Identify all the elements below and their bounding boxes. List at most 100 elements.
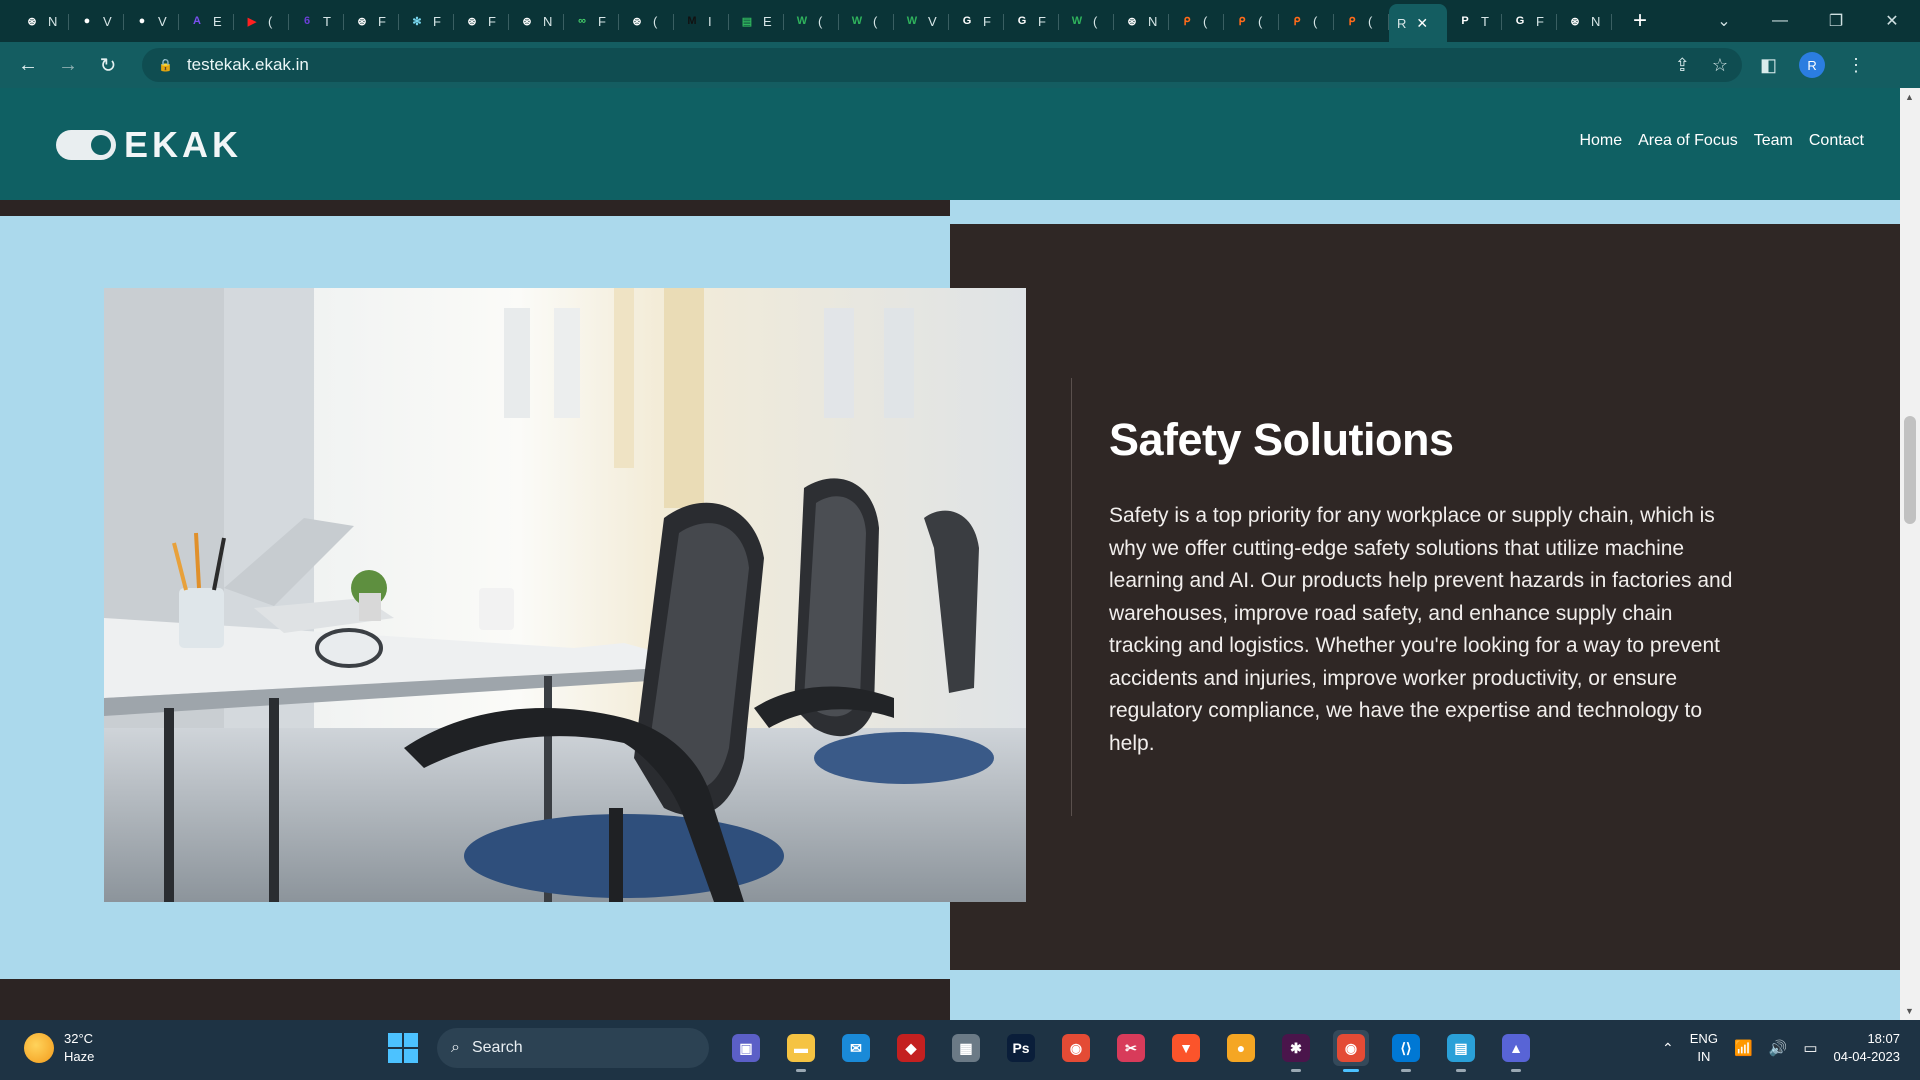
nav-link-home[interactable]: Home: [1579, 132, 1622, 150]
scroll-up-icon[interactable]: ▲: [1905, 92, 1914, 102]
browser-tab[interactable]: ▶(: [234, 4, 289, 38]
browser-tab[interactable]: ▤ E: [729, 4, 784, 38]
teams-icon[interactable]: ▣: [728, 1030, 764, 1066]
browser-tab[interactable]: W(: [839, 4, 894, 38]
taskbar-apps: ▣ ▬ ✉ ◆ ▦ Ps ◉ ✂ ▼ ● ✱ ◉ ⟨⟩ ▤ ▲: [728, 1030, 1534, 1072]
browser-tab[interactable]: MI: [674, 4, 729, 38]
lock-icon[interactable]: 🔒: [158, 58, 173, 72]
scroll-down-icon[interactable]: ▼: [1905, 1006, 1914, 1016]
browser-tab[interactable]: ⊛ N: [509, 4, 564, 38]
share-icon[interactable]: ⇪: [1675, 55, 1690, 76]
browser-tab[interactable]: AE: [179, 4, 234, 38]
browser-tab-strip: ⊛ N ● V ● V A E ▶(6 T ⊛ F ✻ F ⊛ F ⊛ N ∞ F ⊛(M I ▤ E W(W(W V G F G F W(…: [0, 0, 1920, 42]
browser-tab[interactable]: ● V: [124, 4, 179, 38]
nav-link-team[interactable]: Team: [1754, 132, 1793, 150]
browser-tab[interactable]: ⊛ N: [1557, 4, 1612, 38]
wifi-icon[interactable]: 📶: [1734, 1039, 1753, 1057]
photoshop-glyph: Ps: [1007, 1034, 1035, 1062]
tab-search-icon[interactable]: ⌄: [1696, 11, 1752, 31]
calculator-icon[interactable]: ▦: [948, 1030, 984, 1066]
tab-title: T: [1481, 13, 1489, 29]
browser-tab[interactable]: ᑭ(: [1334, 4, 1389, 38]
browser-tab[interactable]: ⊛ F: [344, 4, 399, 38]
minimize-icon[interactable]: —: [1752, 12, 1808, 30]
back-arrow-icon[interactable]: ←: [8, 54, 48, 77]
nav-link-contact[interactable]: Contact: [1809, 132, 1864, 150]
p-black-icon: P: [1461, 15, 1469, 27]
show-hidden-icons-icon[interactable]: ⌃: [1662, 1040, 1674, 1057]
scrollbar-thumb[interactable]: [1904, 416, 1916, 524]
tab-title: F: [598, 13, 606, 29]
clock[interactable]: 18:07 04-04-2023: [1834, 1030, 1901, 1066]
tab-title: (: [1368, 13, 1373, 29]
app-triangle-icon[interactable]: ▲: [1498, 1030, 1534, 1072]
browser-tab[interactable]: ⊛(: [619, 4, 674, 38]
tab-active[interactable]: R ✕: [1389, 4, 1447, 42]
file-explorer-icon[interactable]: ▬: [783, 1030, 819, 1072]
browser-tab[interactable]: GF: [1502, 4, 1557, 38]
browser-tab[interactable]: W(: [1059, 4, 1114, 38]
menu-kebab-icon[interactable]: ⋮: [1847, 55, 1865, 76]
snipping-tool-icon[interactable]: ✂: [1113, 1030, 1149, 1066]
haze-sun-icon: [24, 1033, 54, 1063]
browser-tab[interactable]: ● V: [69, 4, 124, 38]
browser-tab[interactable]: GF: [1004, 4, 1059, 38]
taskbar: 32°C Haze ⌕ Search ▣ ▬ ✉ ◆ ▦ Ps ◉ ✂ ▼ ● ✱ ◉ ⟨⟩ ▤ ▲ ⌃ E…: [0, 1020, 1920, 1080]
browser-tab[interactable]: WV: [894, 4, 949, 38]
reload-icon[interactable]: ↻: [88, 53, 128, 78]
new-tab-button[interactable]: +: [1622, 4, 1658, 38]
search-icon: ⌕: [451, 1039, 460, 1056]
language-indicator[interactable]: ENG IN: [1690, 1030, 1718, 1066]
feature-description: Safety is a top priority for any workpla…: [1109, 504, 1733, 755]
file-explorer-glyph: ▬: [787, 1034, 815, 1062]
slack-icon[interactable]: ✱: [1278, 1030, 1314, 1072]
app-orange-icon[interactable]: ●: [1223, 1030, 1259, 1066]
browser-tab[interactable]: ⊛ N: [14, 4, 69, 38]
address-bar[interactable]: 🔒 testekak.ekak.in ⇪ ☆: [142, 48, 1742, 82]
app-red-glyph: ◆: [897, 1034, 925, 1062]
site-logo[interactable]: EKAK: [56, 124, 242, 166]
browser-tab[interactable]: ∞ F: [564, 4, 619, 38]
section-divider-light: [950, 200, 1900, 224]
chrome-icon[interactable]: ◉: [1058, 1030, 1094, 1066]
browser-tab[interactable]: W(: [784, 4, 839, 38]
browser-tab[interactable]: GF: [949, 4, 1004, 38]
mail-icon[interactable]: ✉: [838, 1030, 874, 1066]
browser-tab[interactable]: ᑭ(: [1224, 4, 1279, 38]
notepad-icon[interactable]: ▤: [1443, 1030, 1479, 1072]
browser-tab[interactable]: ⊛ N: [1114, 4, 1169, 38]
photoshop-icon[interactable]: Ps: [1003, 1030, 1039, 1066]
browser-tab[interactable]: ᑭ(: [1169, 4, 1224, 38]
tab-title: (: [1093, 13, 1098, 29]
battery-icon[interactable]: ▭: [1803, 1039, 1817, 1057]
taskbar-search[interactable]: ⌕ Search: [437, 1028, 709, 1068]
browser-tab[interactable]: PT: [1447, 4, 1502, 38]
app-a-icon: A: [193, 15, 201, 27]
windows-start-icon[interactable]: [388, 1033, 418, 1063]
browser-tab[interactable]: 6T: [289, 4, 344, 38]
browser-tab[interactable]: ᑭ(: [1279, 4, 1334, 38]
brave-icon[interactable]: ▼: [1168, 1030, 1204, 1066]
calculator-glyph: ▦: [952, 1034, 980, 1062]
nav-link-area-of-focus[interactable]: Area of Focus: [1638, 132, 1738, 150]
vscode-icon[interactable]: ⟨⟩: [1388, 1030, 1424, 1072]
weather-widget[interactable]: 32°C Haze: [24, 1030, 94, 1066]
browser-tab[interactable]: ⊛ F: [454, 4, 509, 38]
side-panel-icon[interactable]: ◧: [1760, 55, 1777, 76]
profile-avatar[interactable]: R: [1799, 52, 1826, 78]
brave-glyph: ▼: [1172, 1034, 1200, 1062]
chrome-profile-icon[interactable]: ◉: [1333, 1030, 1369, 1072]
office-chairs-image: [104, 288, 1026, 902]
clock-time: 18:07: [1867, 1031, 1900, 1046]
forward-arrow-icon[interactable]: →: [48, 54, 88, 77]
chatgpt-icon: ⊛: [27, 15, 37, 28]
volume-icon[interactable]: 🔊: [1769, 1039, 1788, 1057]
notepad-glyph: ▤: [1447, 1034, 1475, 1062]
browser-tab[interactable]: ✻ F: [399, 4, 454, 38]
bookmark-star-icon[interactable]: ☆: [1712, 55, 1728, 76]
close-tab-icon[interactable]: ✕: [1416, 15, 1428, 32]
close-window-icon[interactable]: ✕: [1864, 11, 1920, 31]
page-scrollbar[interactable]: ▲ ▼: [1900, 88, 1920, 1020]
app-red-icon[interactable]: ◆: [893, 1030, 929, 1066]
restore-icon[interactable]: ❐: [1808, 11, 1864, 31]
